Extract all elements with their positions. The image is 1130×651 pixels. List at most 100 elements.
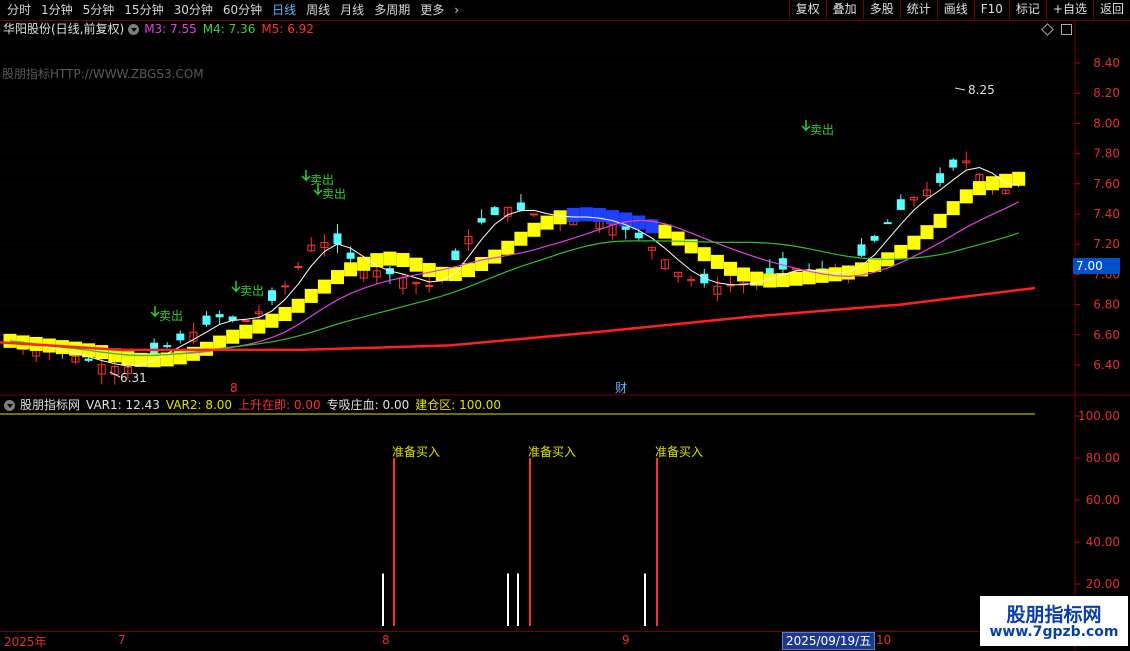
indicator-value: 建仓区: 100.00 [415,398,502,412]
ma5-line [0,286,1036,352]
band-block [737,267,751,282]
candle-body [150,342,159,354]
band-block [593,207,606,222]
band-block [226,329,240,344]
candle-body [634,232,643,239]
band-block [501,240,515,255]
time-label-year: 2025年 [4,635,47,649]
band-block [946,201,960,216]
sell-label: 卖出 [322,187,346,201]
candle-body [176,333,185,341]
band-block [999,173,1013,188]
candle-body [949,159,958,168]
candle-body [477,218,486,223]
candle-body [215,314,224,318]
time-label-sep: 9 [622,633,630,647]
buy-signal-label: 准备买入 [655,445,703,459]
band-block [540,215,554,230]
current-price-tag: 7.00 [1073,258,1120,274]
event-marker: 8 [230,381,238,395]
indicator-axis-label: 40.00 [1086,535,1120,549]
indicator-value: VAR1: 12.43 [86,398,160,412]
band-block [566,207,580,222]
ma4-line [9,232,1019,357]
band-block [304,288,318,303]
band-block [527,222,541,237]
sell-arrow-icon [231,281,241,293]
band-block [396,253,410,268]
band-block [514,231,528,246]
band-block [462,263,475,278]
candle-body [530,213,538,216]
band-block [121,351,135,366]
buy-signal-label: 准备买入 [528,445,576,459]
sell-arrow-icon [301,170,311,182]
band-block [422,263,436,278]
sell-arrow-icon [801,120,811,132]
band-block [986,176,999,191]
sell-label: 卖出 [159,309,183,323]
selected-date: 2025/09/19/五 [782,632,876,650]
price-axis-label: 7.40 [1093,207,1120,221]
indicator-axis-label: 80.00 [1086,451,1120,465]
buy-signal-label: 准备买入 [392,445,440,459]
sell-label: 卖出 [810,123,834,137]
band-block [632,215,646,230]
price-axis-label: 7.80 [1093,147,1120,161]
price-axis-label: 8.40 [1093,56,1120,70]
price-axis-label: 6.40 [1093,358,1120,372]
band-block [894,244,908,259]
price-axis-label: 6.60 [1093,328,1120,342]
low-price-label: 6.31 [120,371,147,385]
price-axis-label: 8.20 [1093,86,1120,100]
indicator-value: VAR2: 8.00 [165,398,233,412]
sell-label: 卖出 [310,173,334,187]
band-block [697,247,711,262]
brand-title: 股朋指标网 [1006,604,1102,626]
indicator-dropdown-icon[interactable] [4,399,15,411]
candle-body [202,315,211,325]
price-axis-label: 6.80 [1093,298,1120,312]
time-label-oct: 10 [876,633,892,647]
band-block [383,251,397,266]
brand-watermark: 股朋指标网 www.7gpzb.com [980,596,1128,646]
band-block [658,224,672,239]
band-block [789,271,803,286]
indicator-axis-label: 100.00 [1078,409,1120,423]
time-label-aug: 8 [382,633,390,647]
high-price-label: 8.25 [968,83,995,97]
indicator-title-bar: 股朋指标网 VAR1: 12.43 VAR2: 8.00 上升在即: 0.00 专吸庄… [0,396,507,414]
price-axis-label: 7.60 [1093,177,1120,191]
band-block [828,267,842,282]
band-block [671,231,685,246]
price-axis-label: 8.00 [1093,116,1120,130]
candle-body [333,233,342,245]
band-block [579,207,593,222]
band-block [173,350,187,365]
candle-body [870,236,879,241]
indicator-axis-label: 20.00 [1086,577,1120,591]
indicator-value: 专吸庄血: 0.00 [326,398,410,412]
band-block [357,256,371,271]
band-block [370,253,384,268]
candle-body [516,202,525,211]
band-block [252,319,266,334]
kline-chart[interactable]: 8.40 8.20 8.00 7.80 7.60 7.40 7.20 7.00 6.80 6.60… [0,0,1130,650]
band-block [409,257,423,272]
indicator-name: 股朋指标网 [20,398,81,412]
brand-url: www.7gpzb.com [989,624,1119,640]
band-block [265,313,279,328]
candle-body [281,285,290,288]
band-block [553,210,567,225]
band-block [344,262,358,277]
candle-body [857,244,866,256]
band-block [933,213,947,228]
band-block [291,298,305,313]
candle-body [425,284,434,287]
band-block [724,261,737,276]
candle-body [346,252,355,259]
band-block [959,189,973,204]
indicator-value: 上升在即: 0.00 [238,398,321,412]
candle-body [896,199,905,210]
time-label-jul: 7 [118,633,126,647]
